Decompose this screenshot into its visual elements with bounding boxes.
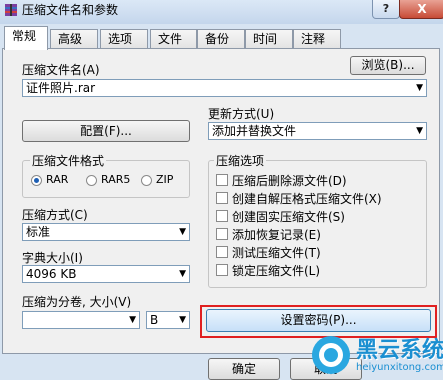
format-rar-radio[interactable] <box>31 175 42 186</box>
watermark-title: 黑云系统 <box>356 338 443 363</box>
create-solid-checkbox[interactable] <box>216 210 228 222</box>
close-button[interactable]: X <box>399 0 443 19</box>
dictionary-size-value: 4096 KB <box>26 267 77 281</box>
window-title: 压缩文件名和参数 <box>22 3 119 17</box>
format-zip-radio[interactable] <box>141 175 152 186</box>
winrar-app-icon <box>5 4 17 16</box>
format-zip-label: ZIP <box>156 173 174 186</box>
format-rar-label: RAR <box>46 173 69 186</box>
chevron-down-icon[interactable]: ▼ <box>416 123 423 139</box>
chevron-down-icon[interactable]: ▼ <box>179 266 186 282</box>
test-archive-checkbox[interactable] <box>216 246 228 258</box>
tab-files[interactable]: 文件 <box>150 29 197 48</box>
chevron-down-icon[interactable]: ▼ <box>179 312 186 328</box>
compression-method-select[interactable]: 标准 ▼ <box>22 223 190 241</box>
chevron-down-icon[interactable]: ▼ <box>129 312 136 328</box>
split-volumes-input[interactable]: ▼ <box>22 311 140 329</box>
cloud-logo-icon <box>312 336 350 374</box>
chevron-down-icon[interactable]: ▼ <box>416 80 423 96</box>
compression-options-label: 压缩选项 <box>214 152 267 169</box>
split-volumes-label: 压缩为分卷, 大小(V) <box>22 295 132 309</box>
archive-name-combobox[interactable]: 证件照片.rar ▼ <box>22 79 427 97</box>
archive-name-label: 压缩文件名(A) <box>22 63 100 77</box>
dictionary-size-label: 字典大小(I) <box>22 251 83 265</box>
delete-after-archiving-checkbox[interactable] <box>216 174 228 186</box>
split-unit-value: B <box>150 313 159 327</box>
set-password-button[interactable]: 设置密码(P)... <box>206 309 431 332</box>
update-mode-select[interactable]: 添加并替换文件 ▼ <box>208 122 427 140</box>
archive-format-label: 压缩文件格式 <box>30 152 107 169</box>
update-mode-value: 添加并替换文件 <box>212 124 297 138</box>
archive-name-value: 证件照片.rar <box>26 81 96 95</box>
chevron-down-icon[interactable]: ▼ <box>179 224 186 240</box>
delete-after-archiving-label: 压缩后删除源文件(D) <box>232 174 347 188</box>
update-mode-label: 更新方式(U) <box>208 107 275 121</box>
dictionary-size-select[interactable]: 4096 KB ▼ <box>22 265 190 283</box>
tab-advanced[interactable]: 高级 <box>50 29 98 48</box>
create-sfx-label: 创建自解压格式压缩文件(X) <box>232 192 382 206</box>
browse-button[interactable]: 浏览(B)... <box>350 56 426 75</box>
format-rar5-radio[interactable] <box>86 175 97 186</box>
compression-method-label: 压缩方式(C) <box>22 208 88 222</box>
lock-archive-checkbox[interactable] <box>216 264 228 276</box>
compression-method-value: 标准 <box>26 225 51 239</box>
watermark: 黑云系统 heiyunxitong.com <box>310 330 443 380</box>
tab-backup[interactable]: 备份 <box>197 29 245 48</box>
tab-general[interactable]: 常规 <box>4 26 48 50</box>
add-recovery-record-label: 添加恢复记录(E) <box>232 228 321 242</box>
tab-comment[interactable]: 注释 <box>293 29 341 48</box>
add-recovery-record-checkbox[interactable] <box>216 228 228 240</box>
split-unit-select[interactable]: B ▼ <box>146 311 190 329</box>
test-archive-label: 测试压缩文件(T) <box>232 246 321 260</box>
create-sfx-checkbox[interactable] <box>216 192 228 204</box>
tab-time[interactable]: 时间 <box>245 29 293 48</box>
profiles-button[interactable]: 配置(F)... <box>22 120 190 142</box>
help-button[interactable]: ? <box>372 0 400 19</box>
format-rar5-label: RAR5 <box>101 173 131 186</box>
watermark-url: heiyunxitong.com <box>356 362 443 373</box>
ok-button[interactable]: 确定 <box>208 358 280 380</box>
tab-options[interactable]: 选项 <box>100 29 148 48</box>
create-solid-label: 创建固实压缩文件(S) <box>232 210 345 224</box>
lock-archive-label: 锁定压缩文件(L) <box>232 264 321 278</box>
